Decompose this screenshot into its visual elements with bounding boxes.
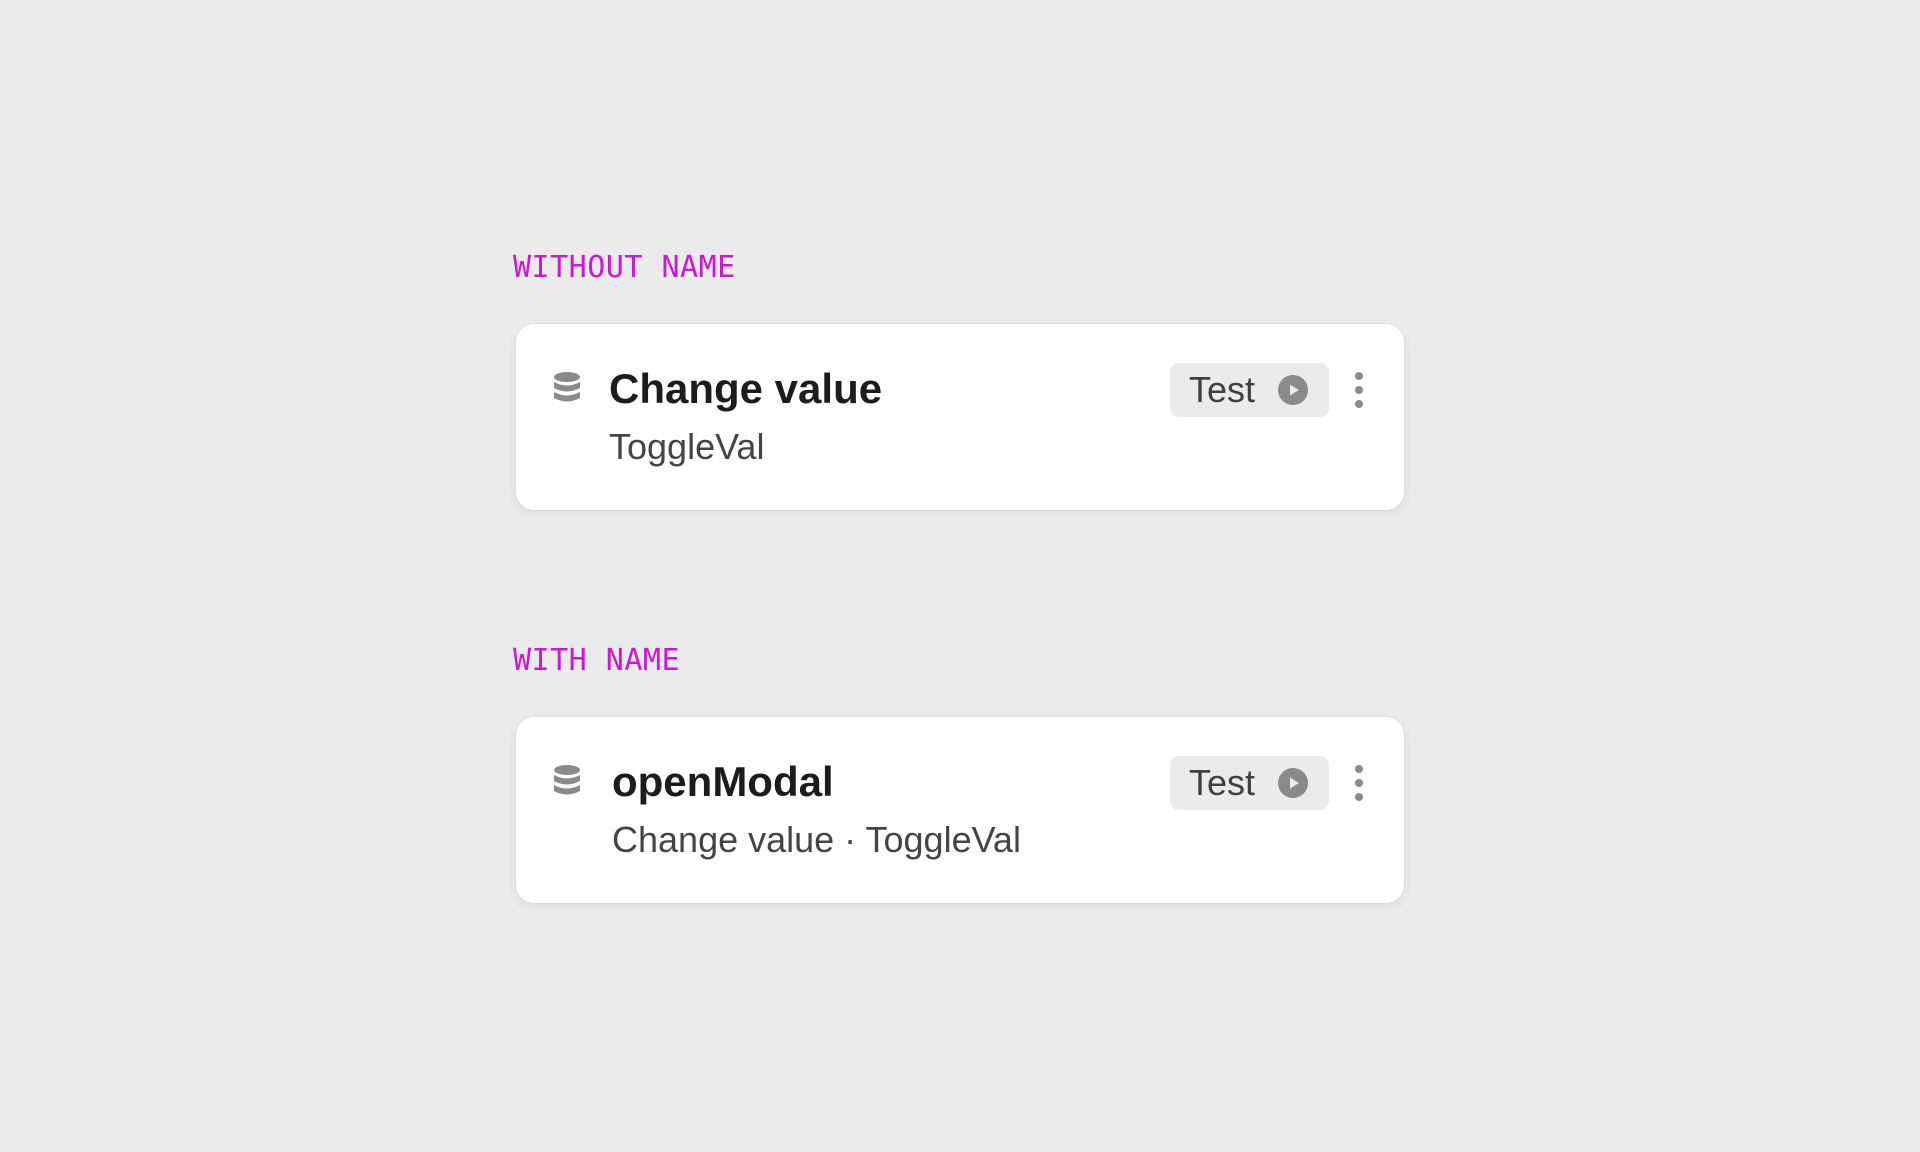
card-subtitle: ToggleVal bbox=[609, 426, 765, 467]
test-button-label: Test bbox=[1189, 369, 1256, 410]
database-icon bbox=[554, 372, 580, 402]
more-vertical-icon[interactable] bbox=[1352, 370, 1366, 410]
database-icon bbox=[554, 765, 580, 795]
action-card-with-name[interactable]: openModal Change value · ToggleVal Test bbox=[516, 717, 1404, 903]
test-button[interactable]: Test bbox=[1170, 363, 1329, 417]
play-icon bbox=[1278, 768, 1308, 798]
section-label-with-name: WITH NAME bbox=[513, 643, 681, 678]
play-icon bbox=[1278, 375, 1308, 405]
card-title: Change value bbox=[609, 365, 883, 412]
card-subtitle: Change value · ToggleVal bbox=[612, 819, 1021, 860]
card-title: openModal bbox=[612, 758, 834, 805]
test-button-label: Test bbox=[1189, 762, 1256, 803]
section-label-without-name: WITHOUT NAME bbox=[513, 250, 736, 285]
more-vertical-icon[interactable] bbox=[1352, 763, 1366, 803]
action-card-without-name[interactable]: Change value ToggleVal Test bbox=[516, 324, 1404, 510]
test-button[interactable]: Test bbox=[1170, 756, 1329, 810]
